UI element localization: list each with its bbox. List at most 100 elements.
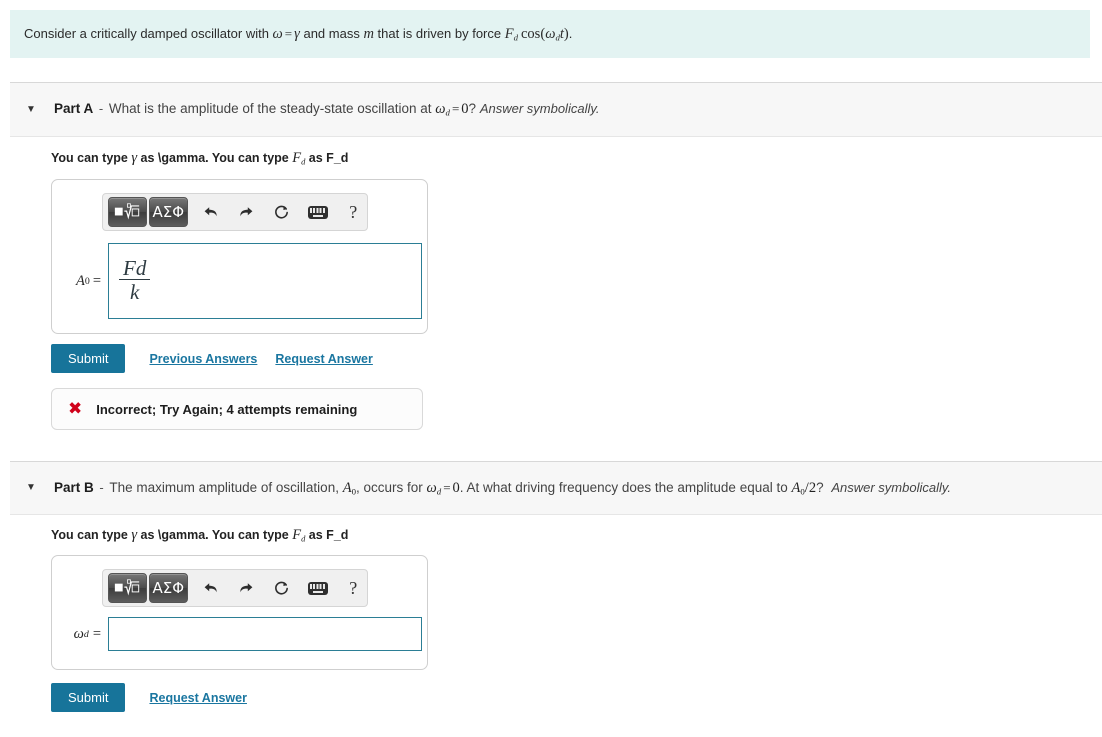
part-a-header[interactable]: ▼ Part A - What is the amplitude of the … bbox=[10, 82, 1102, 137]
intro-equals-sign: = bbox=[284, 25, 293, 41]
undo-button[interactable] bbox=[197, 574, 225, 602]
part-b-submit-row: Submit Request Answer bbox=[51, 683, 247, 712]
keyboard-button[interactable] bbox=[304, 198, 332, 226]
part-a-label: Part A bbox=[54, 101, 94, 116]
part-b-header[interactable]: ▼ Part B - The maximum amplitude of osci… bbox=[10, 461, 1102, 515]
help-button[interactable]: ? bbox=[339, 574, 367, 602]
redo-button[interactable] bbox=[232, 198, 260, 226]
reset-circular-arrow-icon bbox=[275, 205, 289, 218]
help-question-mark-icon: ? bbox=[349, 201, 358, 222]
problem-statement-text: Consider a critically damped oscillator … bbox=[10, 24, 572, 44]
undo-button[interactable] bbox=[197, 198, 225, 226]
part-b-answer-input[interactable] bbox=[108, 617, 422, 651]
intro-period: . bbox=[568, 25, 573, 41]
part-a-question-text-1: What is the amplitude of the steady-stat… bbox=[108, 101, 436, 116]
part-a-title-line: Part A - What is the amplitude of the st… bbox=[54, 101, 600, 118]
part-a-feedback-box: ✖ Incorrect; Try Again; 4 attempts remai… bbox=[51, 388, 423, 430]
part-b-answer-note: Answer symbolically. bbox=[831, 479, 952, 495]
intro-text-part-3: that is driven by force bbox=[373, 25, 505, 41]
part-a-request-answer-link[interactable]: Request Answer bbox=[275, 352, 372, 366]
intro-text-part-2: and mass bbox=[299, 25, 364, 41]
part-b-omega-value: 0 bbox=[452, 479, 460, 496]
problem-statement-banner: Consider a critically damped oscillator … bbox=[10, 10, 1090, 58]
part-a-answer-note: Answer symbolically. bbox=[479, 101, 600, 116]
part-a-previous-answers-link[interactable]: Previous Answers bbox=[149, 352, 257, 366]
part-b-equals-sign: = bbox=[443, 479, 451, 495]
part-a-answer-input[interactable]: Fd k bbox=[108, 243, 422, 319]
keyboard-button[interactable] bbox=[304, 574, 332, 602]
part-a-hint: You can type γ as \gamma. You can type F… bbox=[51, 150, 348, 167]
part-a-fraction-numerator: Fd bbox=[123, 256, 147, 281]
greek-symbols-label: ΑΣΦ bbox=[152, 579, 185, 597]
greek-symbols-button[interactable]: ΑΣΦ bbox=[148, 573, 188, 603]
redo-arrow-icon bbox=[240, 583, 253, 593]
intro-text-part-1: Consider a critically damped oscillator … bbox=[24, 25, 273, 41]
intro-driving-omega: ω bbox=[545, 25, 556, 42]
part-a-question-text-2: ? bbox=[468, 101, 480, 116]
part-b-title-line: Part B - The maximum amplitude of oscill… bbox=[54, 480, 951, 497]
part-b-answer-equals: = bbox=[92, 625, 101, 642]
part-a-hint-text-2: as \gamma. You can type bbox=[137, 151, 293, 165]
redo-arrow-icon bbox=[240, 207, 253, 217]
part-b-question-text-1: The maximum amplitude of oscillation, bbox=[109, 479, 343, 495]
math-template-button[interactable] bbox=[108, 573, 147, 603]
radical-template-icon bbox=[115, 579, 140, 596]
part-b-request-answer-link[interactable]: Request Answer bbox=[149, 691, 246, 705]
part-a-fraction-denominator: k bbox=[119, 279, 151, 304]
undo-arrow-icon bbox=[204, 583, 217, 593]
part-b-dash: - bbox=[99, 479, 104, 495]
intro-force-symbol: F bbox=[504, 25, 514, 42]
part-b-hint: You can type γ as \gamma. You can type F… bbox=[51, 527, 348, 544]
reset-button[interactable] bbox=[268, 574, 296, 602]
part-a-answer-card: ΑΣΦ ? A 0 = Fd k bbox=[51, 179, 428, 334]
reset-button[interactable] bbox=[268, 198, 296, 226]
problem-page: Consider a critically damped oscillator … bbox=[0, 0, 1102, 737]
part-b-question-text-3: . At what driving frequency does the amp… bbox=[459, 479, 792, 495]
part-a-submit-row: Submit Previous Answers Request Answer bbox=[51, 344, 373, 373]
radical-template-icon bbox=[115, 203, 140, 220]
part-b-answer-variable: ω bbox=[73, 625, 84, 642]
part-b-answer-label: ω d = bbox=[57, 626, 108, 643]
part-b-question-text-2: , occurs for bbox=[355, 479, 427, 495]
part-a-equals-sign: = bbox=[451, 101, 460, 116]
intro-omega-symbol: ω bbox=[272, 25, 283, 42]
part-a-answer-equals: = bbox=[92, 272, 101, 289]
help-button[interactable]: ? bbox=[339, 198, 367, 226]
part-a-submit-button[interactable]: Submit bbox=[51, 344, 126, 373]
part-a-feedback-text: Incorrect; Try Again; 4 attempts remaini… bbox=[96, 401, 358, 417]
part-b-answer-row: ω d = bbox=[57, 617, 422, 651]
part-a-dash: - bbox=[98, 101, 104, 116]
part-b-math-toolbar: ΑΣΦ ? bbox=[102, 569, 368, 607]
part-b-hint-force: F bbox=[292, 527, 302, 543]
reset-circular-arrow-icon bbox=[275, 581, 289, 594]
part-a-answer-variable: A bbox=[76, 272, 85, 289]
part-b-hint-text-3: as F_d bbox=[305, 528, 349, 542]
redo-button[interactable] bbox=[232, 574, 260, 602]
keyboard-icon bbox=[307, 205, 328, 219]
help-question-mark-icon: ? bbox=[349, 577, 358, 598]
part-a-collapse-caret-icon[interactable]: ▼ bbox=[20, 104, 42, 115]
part-b-amplitude-symbol: A bbox=[342, 479, 352, 496]
part-b-divisor: 2 bbox=[808, 479, 817, 496]
part-b-question-text-4: ? bbox=[816, 479, 828, 495]
part-a-hint-force: F bbox=[292, 150, 302, 166]
greek-symbols-label: ΑΣΦ bbox=[152, 203, 185, 221]
part-a-answer-label: A 0 = bbox=[57, 273, 108, 290]
greek-symbols-button[interactable]: ΑΣΦ bbox=[148, 197, 188, 227]
part-a-answer-row: A 0 = Fd k bbox=[57, 243, 422, 319]
intro-mass-symbol: m bbox=[363, 25, 374, 42]
part-a-math-toolbar: ΑΣΦ ? bbox=[102, 193, 368, 231]
part-b-label: Part B bbox=[54, 479, 94, 495]
part-a-hint-text-1: You can type bbox=[51, 151, 132, 165]
part-a-answer-fraction: Fd k bbox=[119, 256, 151, 304]
part-a-omega-value: 0 bbox=[461, 101, 469, 117]
undo-arrow-icon bbox=[204, 207, 217, 217]
intro-cos-function: cos bbox=[521, 25, 541, 42]
part-a-omega-symbol: ω bbox=[435, 101, 446, 117]
part-b-submit-button[interactable]: Submit bbox=[51, 683, 126, 712]
incorrect-x-icon: ✖ bbox=[68, 398, 83, 419]
part-b-collapse-caret-icon[interactable]: ▼ bbox=[20, 483, 42, 493]
part-a-hint-text-3: as F_d bbox=[305, 151, 349, 165]
keyboard-icon bbox=[307, 581, 328, 595]
math-template-button[interactable] bbox=[108, 197, 147, 227]
